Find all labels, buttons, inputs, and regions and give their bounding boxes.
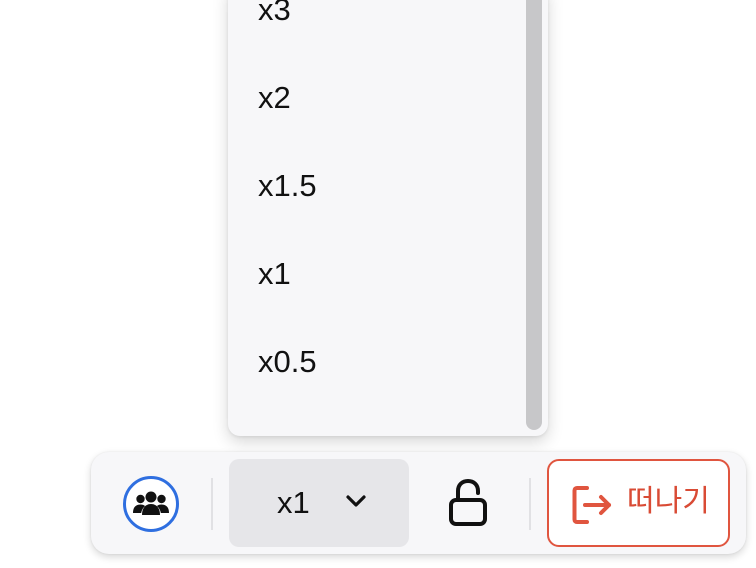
speed-select-value: x1 [277, 485, 310, 520]
speed-option-x1[interactable]: x1 [258, 258, 291, 289]
lock-toggle-button[interactable] [443, 474, 493, 534]
group-icon [133, 491, 169, 515]
unlock-icon [449, 478, 487, 526]
speed-option-list: x3 x2 x1.5 x1 x0.5 [228, 0, 522, 436]
members-button[interactable] [123, 476, 179, 532]
toolbar-divider [529, 478, 531, 530]
toolbar-divider [211, 478, 213, 530]
dropdown-scrollbar[interactable] [526, 0, 542, 430]
speed-select[interactable]: x1 [229, 459, 409, 547]
speed-option-x1-5[interactable]: x1.5 [258, 170, 317, 201]
speed-option-x2[interactable]: x2 [258, 82, 291, 113]
chevron-down-icon [346, 495, 366, 507]
leave-button-label: 떠나기 [627, 485, 710, 518]
dropdown-scrollbar-thumb[interactable] [526, 0, 542, 430]
exit-icon [572, 486, 611, 524]
speed-option-x3[interactable]: x3 [258, 0, 291, 25]
speed-dropdown-menu: x3 x2 x1.5 x1 x0.5 [228, 0, 548, 436]
speed-option-x0-5[interactable]: x0.5 [258, 346, 317, 377]
page: x3 x2 x1.5 x1 x0.5 x1 떠나기 [0, 0, 756, 568]
bottom-toolbar: x1 떠나기 [91, 452, 746, 554]
leave-button[interactable]: 떠나기 [547, 459, 730, 547]
